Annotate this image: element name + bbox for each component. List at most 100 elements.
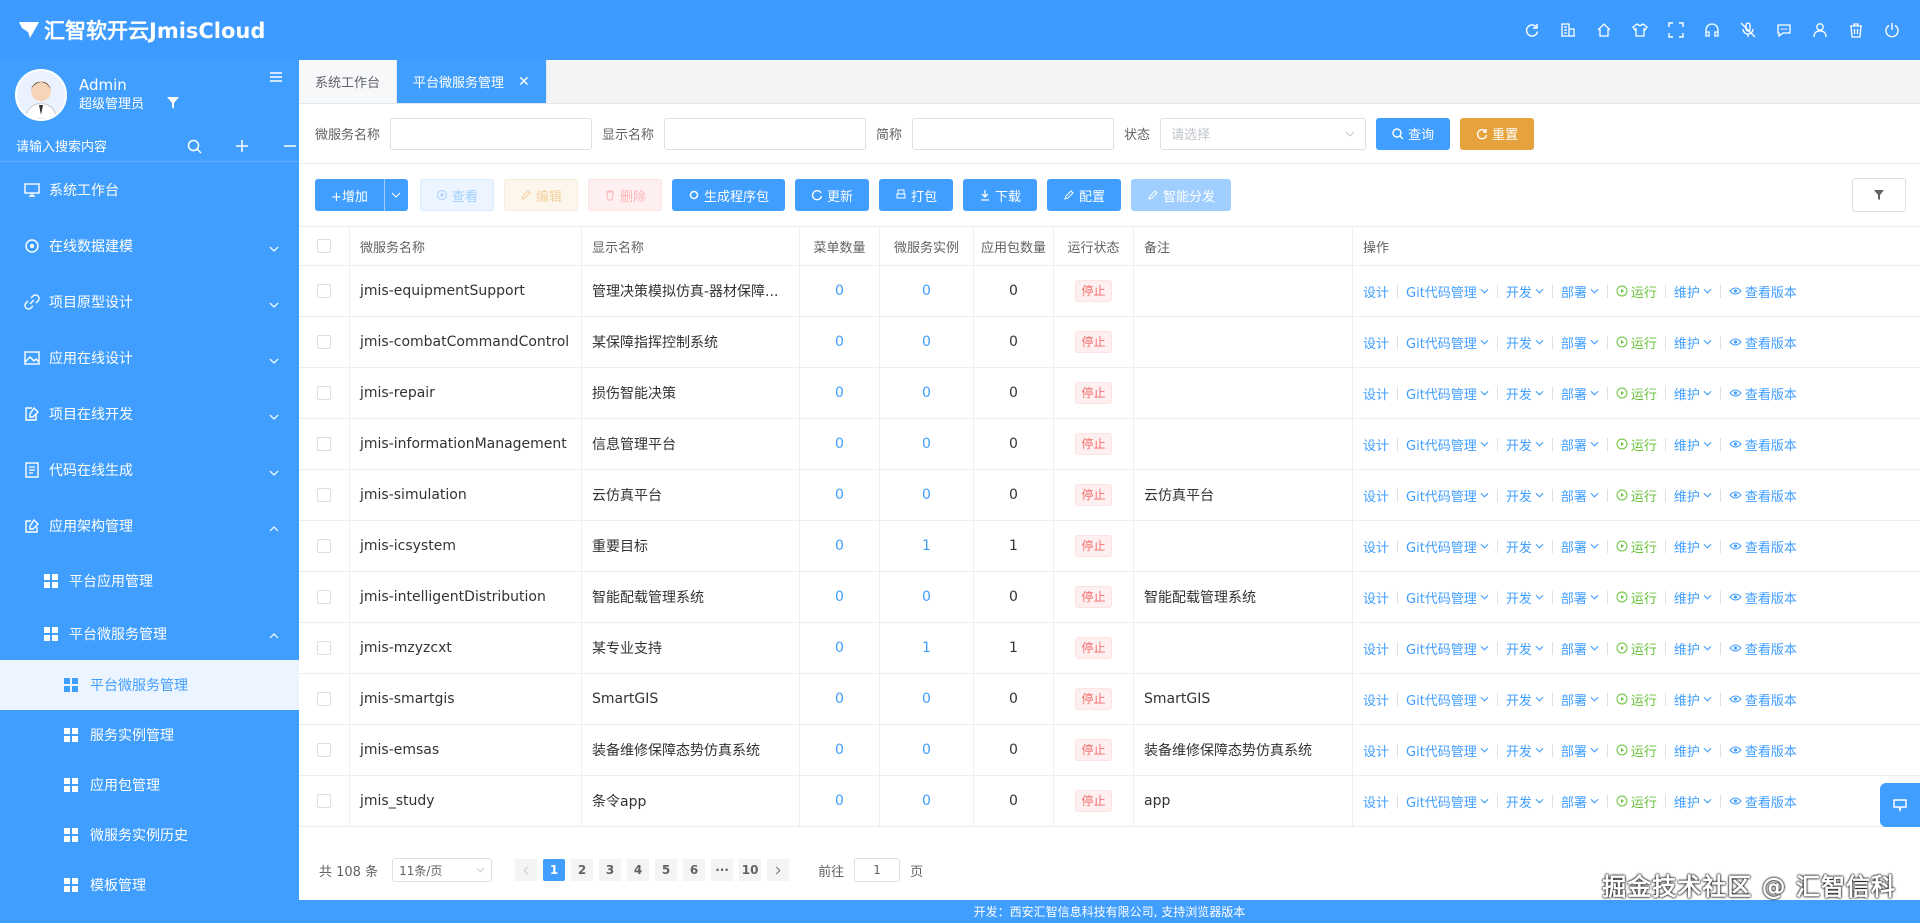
shirt-icon[interactable] (1622, 12, 1658, 48)
user-icon[interactable] (1802, 12, 1838, 48)
maintain-dropdown[interactable]: 维护 (1674, 486, 1712, 505)
sidebar-item-1[interactable]: 系统工作台 (0, 162, 299, 218)
row-checkbox[interactable] (317, 284, 331, 298)
run-link[interactable]: 运行 (1616, 384, 1657, 403)
git-dropdown[interactable]: Git代码管理 (1406, 435, 1489, 454)
git-dropdown[interactable]: Git代码管理 (1406, 741, 1489, 760)
menu-count-link[interactable]: 0 (835, 538, 844, 554)
update-button[interactable]: 更新 (794, 179, 869, 211)
dev-dropdown[interactable]: 开发 (1506, 282, 1544, 301)
col-header[interactable]: 应用包数量 (974, 227, 1054, 265)
design-link[interactable]: 设计 (1363, 282, 1389, 301)
dev-dropdown[interactable]: 开发 (1506, 486, 1544, 505)
deploy-dropdown[interactable]: 部署 (1561, 639, 1599, 658)
design-link[interactable]: 设计 (1363, 537, 1389, 556)
design-link[interactable]: 设计 (1363, 486, 1389, 505)
table-row[interactable]: jmis-combatCommandControl 某保障指挥控制系统 0 0 0 停止 设… (299, 317, 1920, 368)
design-link[interactable]: 设计 (1363, 333, 1389, 352)
app-logo[interactable]: 汇智软开云JmisCloud (0, 15, 265, 45)
instance-count-link[interactable]: 1 (922, 640, 931, 656)
view-version-link[interactable]: 查看版本 (1729, 741, 1797, 760)
menu-count-link[interactable]: 0 (835, 691, 844, 707)
deploy-dropdown[interactable]: 部署 (1561, 537, 1599, 556)
generate-package-button[interactable]: 生成程序包 (671, 179, 785, 211)
run-link[interactable]: 运行 (1616, 588, 1657, 607)
col-header[interactable]: 运行状态 (1054, 227, 1134, 265)
table-row[interactable]: jmis-mzyzcxt 某专业支持 0 1 1 停止 设计 Git代码管理 开发 部署 运行 维护查… (299, 623, 1920, 674)
maintain-dropdown[interactable]: 维护 (1674, 690, 1712, 709)
table-row[interactable]: jmis-emsas 装备维修保障态势仿真系统 0 0 0 停止 装备维修保障态势仿真系统设… (299, 725, 1920, 776)
dev-dropdown[interactable]: 开发 (1506, 741, 1544, 760)
column-filter-button[interactable] (1852, 178, 1906, 212)
row-checkbox[interactable] (317, 488, 331, 502)
row-checkbox[interactable] (317, 386, 331, 400)
maintain-dropdown[interactable]: 维护 (1674, 537, 1712, 556)
dev-dropdown[interactable]: 开发 (1506, 384, 1544, 403)
run-link[interactable]: 运行 (1616, 741, 1657, 760)
sidebar-item-4[interactable]: 应用在线设计 (0, 330, 299, 386)
dev-dropdown[interactable]: 开发 (1506, 639, 1544, 658)
dev-dropdown[interactable]: 开发 (1506, 435, 1544, 454)
view-version-link[interactable]: 查看版本 (1729, 435, 1797, 454)
design-link[interactable]: 设计 (1363, 741, 1389, 760)
deploy-dropdown[interactable]: 部署 (1561, 741, 1599, 760)
sidebar-leaf-3[interactable]: 应用包管理 (0, 760, 299, 810)
git-dropdown[interactable]: Git代码管理 (1406, 537, 1489, 556)
table-row[interactable]: jmis-equipmentSupport 管理决策模拟仿真-器材保障... 0 0 0… (299, 266, 1920, 317)
dev-dropdown[interactable]: 开发 (1506, 537, 1544, 556)
download-button[interactable]: 下载 (963, 179, 1038, 211)
menu-count-link[interactable]: 0 (835, 334, 844, 350)
row-checkbox[interactable] (317, 335, 331, 349)
sidebar-leaf-4[interactable]: 微服务实例历史 (0, 810, 299, 860)
deploy-dropdown[interactable]: 部署 (1561, 792, 1599, 811)
instance-count-link[interactable]: 0 (922, 589, 931, 605)
run-link[interactable]: 运行 (1616, 486, 1657, 505)
sidebar-item-7[interactable]: 应用架构管理 (0, 498, 299, 554)
sidebar-item-2[interactable]: 在线数据建模 (0, 218, 299, 274)
menu-count-link[interactable]: 0 (835, 385, 844, 401)
floating-helper-button[interactable] (1880, 783, 1920, 827)
view-version-link[interactable]: 查看版本 (1729, 588, 1797, 607)
instance-count-link[interactable]: 1 (922, 538, 931, 554)
mic-off-icon[interactable] (1730, 12, 1766, 48)
row-checkbox[interactable] (317, 590, 331, 604)
table-row[interactable]: jmis-intelligentDistribution 智能配载管理系统 0 0 0 停… (299, 572, 1920, 623)
name-input[interactable] (390, 117, 593, 150)
git-dropdown[interactable]: Git代码管理 (1406, 588, 1489, 607)
instance-count-link[interactable]: 0 (922, 742, 931, 758)
view-version-link[interactable]: 查看版本 (1729, 537, 1797, 556)
sidebar-leaf-5[interactable]: 模板管理 (0, 860, 299, 910)
tab-workbench[interactable]: 系统工作台 (299, 60, 398, 103)
deploy-dropdown[interactable]: 部署 (1561, 588, 1599, 607)
view-version-link[interactable]: 查看版本 (1729, 486, 1797, 505)
short-input[interactable] (912, 117, 1115, 150)
building-icon[interactable] (1550, 12, 1586, 48)
maintain-dropdown[interactable]: 维护 (1674, 588, 1712, 607)
prev-page-button[interactable] (515, 859, 538, 881)
menu-count-link[interactable]: 0 (835, 283, 844, 299)
display-input[interactable] (664, 117, 867, 150)
deploy-dropdown[interactable]: 部署 (1561, 486, 1599, 505)
table-row[interactable]: jmis-informationManagement 信息管理平台 0 0 0 停止 设计 G… (299, 419, 1920, 470)
deploy-dropdown[interactable]: 部署 (1561, 690, 1599, 709)
maintain-dropdown[interactable]: 维护 (1674, 792, 1712, 811)
chat-icon[interactable] (1766, 12, 1802, 48)
goto-page-input[interactable]: 1 (854, 858, 901, 882)
page-button[interactable]: ··· (711, 859, 734, 881)
close-icon[interactable]: ✕ (518, 74, 530, 90)
view-version-link[interactable]: 查看版本 (1729, 690, 1797, 709)
search-icon[interactable] (170, 139, 218, 154)
smart-distribute-button[interactable]: 智能分发 (1131, 179, 1232, 211)
menu-count-link[interactable]: 0 (835, 436, 844, 452)
tab-microservice[interactable]: 平台微服务管理 ✕ (397, 60, 547, 103)
reset-button[interactable]: 重置 (1460, 117, 1535, 150)
view-version-link[interactable]: 查看版本 (1729, 282, 1797, 301)
menu-count-link[interactable]: 0 (835, 640, 844, 656)
git-dropdown[interactable]: Git代码管理 (1406, 486, 1489, 505)
headset-icon[interactable] (1694, 12, 1730, 48)
menu-count-link[interactable]: 0 (835, 742, 844, 758)
sidebar-item-3[interactable]: 项目原型设计 (0, 274, 299, 330)
instance-count-link[interactable]: 0 (922, 283, 931, 299)
sidebar-search[interactable]: 请输入搜索内容 (0, 130, 299, 162)
row-checkbox[interactable] (317, 743, 331, 757)
